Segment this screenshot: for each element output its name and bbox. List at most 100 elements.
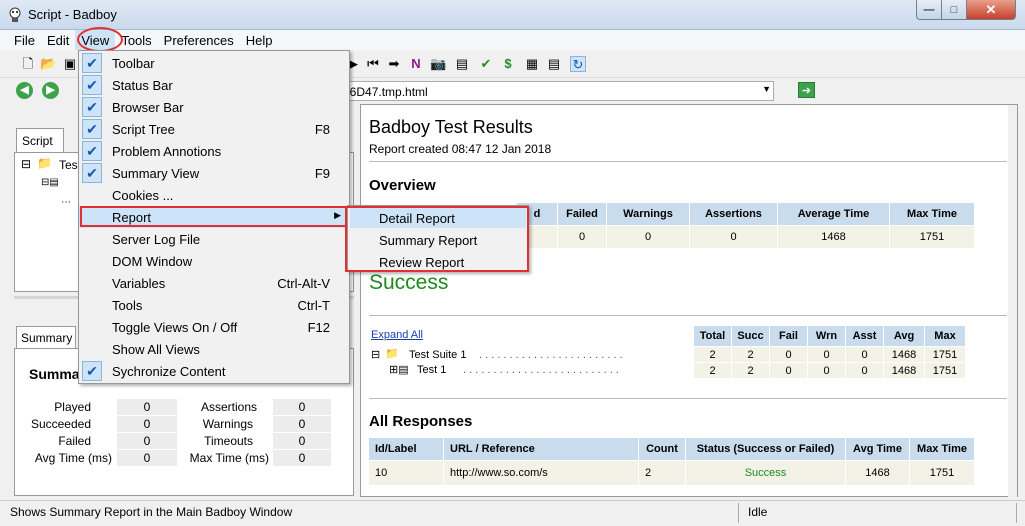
all-responses-heading: All Responses — [369, 413, 473, 430]
menu-item-variables[interactable]: Variables Ctrl-Alt-V — [79, 272, 349, 294]
divider — [369, 315, 1007, 316]
menu-item-problem-annotions[interactable]: ✔ Problem Annotions — [79, 140, 349, 162]
suite-row-name[interactable]: Test Suite 1 — [409, 349, 466, 361]
suite-row-avg: 1468 — [884, 363, 924, 378]
stat-label-avg-time: Avg Time (ms) — [34, 451, 112, 465]
forward-icon[interactable]: ▶ — [42, 82, 59, 99]
url-input[interactable]: b6D47.tmp.html ▼ — [340, 81, 774, 101]
overall-status: Success — [369, 271, 449, 294]
menu-item-label: Sychronize Content — [112, 364, 226, 379]
check-icon[interactable]: ✔ — [478, 56, 494, 72]
response-avg-time: 1468 — [846, 461, 909, 485]
close-button[interactable]: ✕ — [966, 0, 1016, 20]
overview-heading: Overview — [369, 177, 436, 194]
status-state: Idle — [748, 505, 768, 519]
stat-label-warnings: Warnings — [202, 417, 253, 431]
menu-item-label: Tools — [112, 298, 143, 313]
camera-icon[interactable]: 📷 — [430, 56, 446, 72]
tree-node-icon[interactable]: ⊟▤ — [41, 177, 59, 188]
responses-header-status: Status (Success or Failed) — [686, 438, 845, 460]
check-icon: ✔ — [82, 97, 102, 117]
menu-help[interactable]: Help — [240, 30, 279, 50]
stat-value-avg-time: 0 — [117, 450, 177, 466]
menu-item-server-log-file[interactable]: Server Log File — [79, 228, 349, 250]
expand-all-link[interactable]: Expand All — [371, 329, 423, 341]
menu-preferences[interactable]: Preferences — [158, 30, 240, 50]
document-icon[interactable]: ▤ — [454, 56, 470, 72]
stat-label-timeouts: Timeouts — [204, 434, 253, 448]
menu-item-shortcut: Ctrl-Alt-V — [277, 276, 330, 291]
url-text: b6D47.tmp.html — [343, 85, 428, 99]
go-icon[interactable]: ➜ — [798, 82, 815, 98]
grid-icon[interactable]: ▦ — [524, 56, 540, 72]
overview-header-assertions: Assertions — [690, 203, 777, 225]
minimize-button[interactable]: — — [916, 0, 942, 20]
tab-summary[interactable]: Summary — [16, 326, 76, 348]
suite-header-total: Total — [694, 326, 731, 346]
tree-icon[interactable]: ▤ — [546, 56, 562, 72]
status-message: Shows Summary Report in the Main Badboy … — [10, 505, 293, 519]
tree-expander-icon[interactable]: ⊟ — [21, 157, 31, 171]
responses-header-avg-time: Avg Time — [846, 438, 909, 460]
stat-value-succeeded: 0 — [117, 416, 177, 432]
suite-row-asst: 0 — [846, 347, 883, 362]
suite-row-total: 2 — [694, 347, 731, 362]
check-icon: ✔ — [82, 141, 102, 161]
overview-value-avg-time: 1468 — [778, 226, 889, 248]
menu-item-toolbar[interactable]: ✔ Toolbar — [79, 52, 349, 74]
divider — [369, 161, 1007, 162]
sync-icon[interactable]: ↻ — [570, 56, 586, 72]
expander-icon[interactable]: ⊞▤ — [389, 363, 409, 376]
suite-row-wrn: 0 — [808, 363, 845, 378]
menu-item-script-tree[interactable]: ✔ Script Tree F8 — [79, 118, 349, 140]
suite-row-name[interactable]: Test 1 — [417, 364, 446, 376]
overview-header-avg-time: Average Time — [778, 203, 889, 225]
response-status: Success — [686, 461, 845, 485]
overview-value-max-time: 1751 — [890, 226, 974, 248]
suite-header-wrn: Wrn — [808, 326, 845, 346]
suite-row-max: 1751 — [925, 347, 965, 362]
tree-root-label[interactable]: Tes — [59, 158, 78, 172]
save-icon[interactable]: ▣ — [62, 56, 78, 72]
check-icon: ✔ — [82, 361, 102, 381]
folder-icon: 📁 — [37, 156, 52, 170]
menu-item-summary-view[interactable]: ✔ Summary View F9 — [79, 162, 349, 184]
suite-row-total: 2 — [694, 363, 731, 378]
suite-row-succ: 2 — [732, 347, 769, 362]
expander-icon[interactable]: ⊟ — [371, 348, 380, 361]
menu-item-label: Server Log File — [112, 232, 201, 247]
rewind-icon[interactable]: ⏮ — [365, 56, 381, 72]
menu-item-label: Cookies ... — [112, 188, 174, 203]
vertical-scrollbar[interactable] — [1008, 105, 1017, 497]
back-icon[interactable]: ◀ — [16, 82, 33, 99]
menu-edit[interactable]: Edit — [41, 30, 75, 50]
menu-item-synchronize-content[interactable]: ✔ Sychronize Content — [79, 360, 349, 382]
tab-script[interactable]: Script — [16, 128, 64, 152]
menu-item-toggle-views[interactable]: Toggle Views On / Off F12 — [79, 316, 349, 338]
menu-item-label: Show All Views — [112, 342, 200, 357]
menu-item-shortcut: F9 — [314, 166, 330, 181]
step-forward-icon[interactable]: ➡ — [386, 56, 402, 72]
menu-item-label: Toggle Views On / Off — [112, 320, 238, 335]
new-file-icon[interactable]: 🗋 — [20, 56, 36, 72]
menu-item-tools[interactable]: Tools Ctrl-T — [79, 294, 349, 316]
n-icon[interactable]: N — [408, 56, 424, 72]
maximize-button[interactable]: □ — [941, 0, 967, 20]
menu-file[interactable]: File — [8, 30, 41, 50]
menu-item-dom-window[interactable]: DOM Window — [79, 250, 349, 272]
dollar-icon[interactable]: $ — [500, 56, 516, 72]
open-folder-icon[interactable]: 📂 — [40, 56, 56, 72]
menu-item-status-bar[interactable]: ✔ Status Bar — [79, 74, 349, 96]
overview-value-warnings: 0 — [607, 226, 689, 248]
suite-row-succ: 2 — [732, 363, 769, 378]
response-url[interactable]: http://www.so.com/s — [444, 461, 638, 485]
menu-item-browser-bar[interactable]: ✔ Browser Bar — [79, 96, 349, 118]
chevron-down-icon[interactable]: ▼ — [762, 84, 771, 94]
status-separator — [1016, 503, 1017, 523]
suite-row-fail: 0 — [770, 363, 807, 378]
menu-bar: File Edit View Tools Preferences Help — [0, 30, 1025, 50]
overview-header-failed: Failed — [558, 203, 606, 225]
stat-value-warnings: 0 — [273, 416, 331, 432]
menu-item-cookies[interactable]: Cookies ... — [79, 184, 349, 206]
menu-item-show-all-views[interactable]: Show All Views — [79, 338, 349, 360]
